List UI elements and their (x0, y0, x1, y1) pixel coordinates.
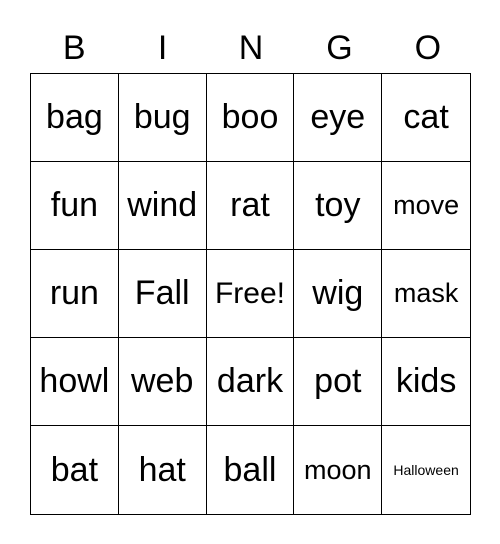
bingo-cell: rat (206, 162, 295, 250)
bingo-cell: pot (294, 338, 383, 426)
header-letter-i: I (157, 29, 168, 67)
bingo-cell: moon (294, 426, 383, 514)
bingo-cell: fun (31, 162, 119, 250)
header-letter-o: O (414, 29, 442, 67)
header-letter-b: B (62, 29, 86, 67)
bingo-cell: bag (31, 74, 119, 162)
bingo-cell: hat (119, 426, 207, 514)
bingo-cell: wind (118, 162, 207, 250)
bingo-cell: move (382, 162, 470, 250)
bingo-cell: ball (207, 426, 295, 514)
bingo-cell: wig (294, 250, 383, 338)
bingo-header: B I N G O (30, 26, 472, 70)
header-letter-g: G (326, 29, 353, 67)
bingo-grid: bag bug boo eye cat fun wind rat toy mov… (30, 73, 471, 515)
bingo-cell: dark (206, 338, 295, 426)
bingo-cell: mask (382, 250, 470, 338)
bingo-cell: toy (294, 162, 383, 250)
bingo-cell: run (31, 250, 119, 338)
bingo-cell: Fall (118, 250, 207, 338)
bingo-cell: bug (118, 74, 207, 162)
bingo-cell: web (118, 338, 207, 426)
free-space-cell: Free! (206, 250, 295, 338)
bingo-cell: howl (31, 338, 119, 426)
bingo-cell: Halloween (393, 462, 459, 478)
bingo-cell: boo (206, 74, 295, 162)
bingo-cell: bat (31, 426, 119, 514)
bingo-cell: cat (382, 74, 470, 162)
bingo-cell: kids (382, 338, 470, 426)
header-letter-n: N (238, 29, 264, 67)
bingo-cell: eye (294, 74, 383, 162)
